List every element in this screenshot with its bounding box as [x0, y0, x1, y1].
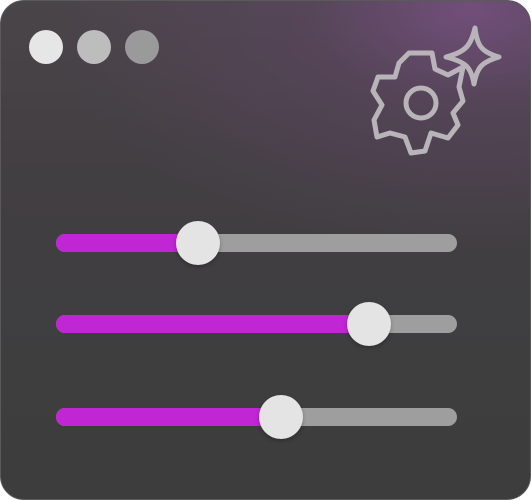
slider-3[interactable]: [56, 395, 457, 439]
slider-thumb[interactable]: [176, 221, 221, 265]
slider-fill: [56, 315, 369, 333]
slider-thumb[interactable]: [258, 395, 303, 439]
settings-illustration: [370, 25, 502, 156]
window-close-button[interactable]: [29, 30, 63, 64]
gear-icon: [370, 50, 466, 156]
app-window: [0, 0, 531, 500]
window-zoom-button[interactable]: [125, 30, 159, 64]
slider-fill: [56, 408, 281, 426]
slider-thumb[interactable]: [346, 302, 391, 346]
slider-1[interactable]: [56, 221, 457, 265]
sparkle-icon: [443, 25, 502, 87]
window-minimize-button[interactable]: [77, 30, 111, 64]
slider-2[interactable]: [56, 302, 457, 346]
